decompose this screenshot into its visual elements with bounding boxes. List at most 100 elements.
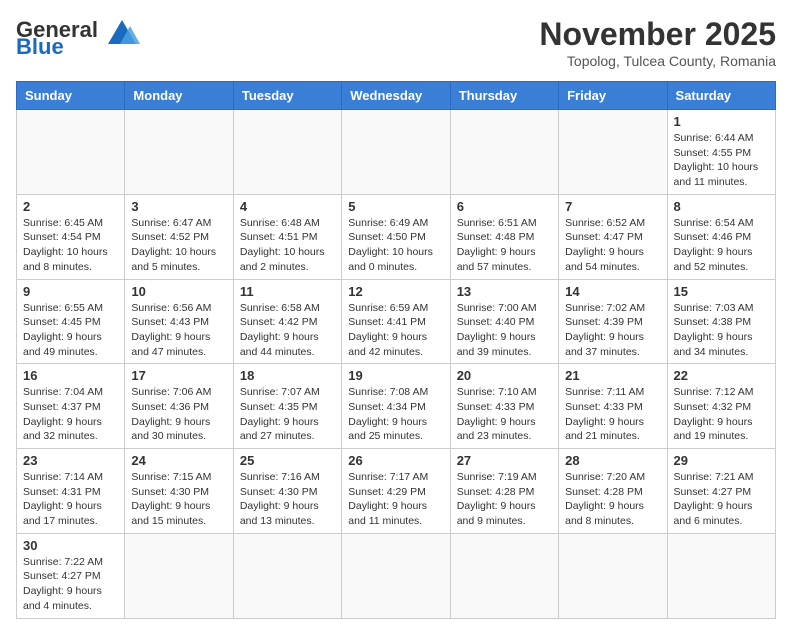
logo-area: General Blue [16,16,144,60]
calendar-cell: 30 Sunrise: 7:22 AM Sunset: 4:27 PM Dayli… [17,533,125,618]
calendar-cell [125,533,233,618]
day-number: 20 [457,368,552,383]
day-info: Sunrise: 6:45 AM Sunset: 4:54 PM Dayligh… [23,216,118,275]
day-number: 19 [348,368,443,383]
calendar-table: SundayMondayTuesdayWednesdayThursdayFrid… [16,81,776,619]
day-number: 30 [23,538,118,553]
weekday-header: Thursday [450,82,558,110]
calendar-cell: 3 Sunrise: 6:47 AM Sunset: 4:52 PM Daylig… [125,194,233,279]
calendar-cell: 23 Sunrise: 7:14 AM Sunset: 4:31 PM Dayli… [17,449,125,534]
calendar-cell: 13 Sunrise: 7:00 AM Sunset: 4:40 PM Dayli… [450,279,558,364]
day-info: Sunrise: 7:04 AM Sunset: 4:37 PM Dayligh… [23,385,118,444]
weekday-header: Friday [559,82,667,110]
day-info: Sunrise: 6:55 AM Sunset: 4:45 PM Dayligh… [23,301,118,360]
day-number: 10 [131,284,226,299]
day-number: 14 [565,284,660,299]
month-title: November 2025 [539,16,776,53]
day-number: 12 [348,284,443,299]
calendar-cell: 6 Sunrise: 6:51 AM Sunset: 4:48 PM Daylig… [450,194,558,279]
calendar-cell: 28 Sunrise: 7:20 AM Sunset: 4:28 PM Dayli… [559,449,667,534]
calendar-cell: 11Sunrise: 6:58 AM Sunset: 4:42 PM Dayli… [233,279,341,364]
calendar-cell: 10 Sunrise: 6:56 AM Sunset: 4:43 PM Dayli… [125,279,233,364]
calendar-cell: 29 Sunrise: 7:21 AM Sunset: 4:27 PM Dayli… [667,449,775,534]
calendar-cell: 27 Sunrise: 7:19 AM Sunset: 4:28 PM Dayli… [450,449,558,534]
calendar-cell: 21Sunrise: 7:11 AM Sunset: 4:33 PM Dayli… [559,364,667,449]
logo-icon [100,16,144,44]
calendar-cell: 8 Sunrise: 6:54 AM Sunset: 4:46 PM Daylig… [667,194,775,279]
day-info: Sunrise: 7:21 AM Sunset: 4:27 PM Dayligh… [674,470,769,529]
page-header: General Blue November 2025 Topolog, Tulc… [16,16,776,69]
day-number: 4 [240,199,335,214]
day-info: Sunrise: 7:08 AM Sunset: 4:34 PM Dayligh… [348,385,443,444]
calendar-cell [233,110,341,195]
day-number: 29 [674,453,769,468]
location-subtitle: Topolog, Tulcea County, Romania [539,53,776,69]
calendar-cell: 12Sunrise: 6:59 AM Sunset: 4:41 PM Dayli… [342,279,450,364]
day-info: Sunrise: 7:20 AM Sunset: 4:28 PM Dayligh… [565,470,660,529]
logo-blue-label: Blue [16,34,64,60]
day-info: Sunrise: 6:49 AM Sunset: 4:50 PM Dayligh… [348,216,443,275]
calendar-cell: 5 Sunrise: 6:49 AM Sunset: 4:50 PM Daylig… [342,194,450,279]
calendar-cell: 9 Sunrise: 6:55 AM Sunset: 4:45 PM Daylig… [17,279,125,364]
day-info: Sunrise: 7:14 AM Sunset: 4:31 PM Dayligh… [23,470,118,529]
day-number: 17 [131,368,226,383]
day-number: 3 [131,199,226,214]
calendar-cell [559,533,667,618]
day-number: 7 [565,199,660,214]
day-info: Sunrise: 7:22 AM Sunset: 4:27 PM Dayligh… [23,555,118,614]
calendar-cell [125,110,233,195]
day-info: Sunrise: 6:52 AM Sunset: 4:47 PM Dayligh… [565,216,660,275]
day-number: 28 [565,453,660,468]
weekday-header: Sunday [17,82,125,110]
day-info: Sunrise: 7:11 AM Sunset: 4:33 PM Dayligh… [565,385,660,444]
calendar-cell [667,533,775,618]
calendar-cell: 22Sunrise: 7:12 AM Sunset: 4:32 PM Dayli… [667,364,775,449]
weekday-header: Saturday [667,82,775,110]
calendar-cell: 15 Sunrise: 7:03 AM Sunset: 4:38 PM Dayli… [667,279,775,364]
day-number: 22 [674,368,769,383]
calendar-cell [233,533,341,618]
day-number: 8 [674,199,769,214]
day-info: Sunrise: 7:16 AM Sunset: 4:30 PM Dayligh… [240,470,335,529]
calendar-cell: 18 Sunrise: 7:07 AM Sunset: 4:35 PM Dayli… [233,364,341,449]
day-number: 15 [674,284,769,299]
day-number: 23 [23,453,118,468]
calendar-cell: 7 Sunrise: 6:52 AM Sunset: 4:47 PM Daylig… [559,194,667,279]
calendar-cell: 25 Sunrise: 7:16 AM Sunset: 4:30 PM Dayli… [233,449,341,534]
calendar-cell: 19 Sunrise: 7:08 AM Sunset: 4:34 PM Dayli… [342,364,450,449]
calendar-cell: 14 Sunrise: 7:02 AM Sunset: 4:39 PM Dayli… [559,279,667,364]
day-info: Sunrise: 6:51 AM Sunset: 4:48 PM Dayligh… [457,216,552,275]
day-info: Sunrise: 7:19 AM Sunset: 4:28 PM Dayligh… [457,470,552,529]
day-info: Sunrise: 6:44 AM Sunset: 4:55 PM Dayligh… [674,131,769,190]
day-number: 9 [23,284,118,299]
day-number: 5 [348,199,443,214]
title-area: November 2025 Topolog, Tulcea County, Ro… [539,16,776,69]
day-info: Sunrise: 6:56 AM Sunset: 4:43 PM Dayligh… [131,301,226,360]
day-info: Sunrise: 7:07 AM Sunset: 4:35 PM Dayligh… [240,385,335,444]
day-info: Sunrise: 7:00 AM Sunset: 4:40 PM Dayligh… [457,301,552,360]
calendar-cell: 1 Sunrise: 6:44 AM Sunset: 4:55 PM Daylig… [667,110,775,195]
day-info: Sunrise: 6:47 AM Sunset: 4:52 PM Dayligh… [131,216,226,275]
day-info: Sunrise: 6:54 AM Sunset: 4:46 PM Dayligh… [674,216,769,275]
day-number: 24 [131,453,226,468]
day-info: Sunrise: 7:02 AM Sunset: 4:39 PM Dayligh… [565,301,660,360]
calendar-cell: 4 Sunrise: 6:48 AM Sunset: 4:51 PM Daylig… [233,194,341,279]
day-info: Sunrise: 7:15 AM Sunset: 4:30 PM Dayligh… [131,470,226,529]
calendar-cell [17,110,125,195]
day-info: Sunrise: 7:03 AM Sunset: 4:38 PM Dayligh… [674,301,769,360]
day-number: 13 [457,284,552,299]
day-number: 2 [23,199,118,214]
calendar-cell [559,110,667,195]
day-info: Sunrise: 7:10 AM Sunset: 4:33 PM Dayligh… [457,385,552,444]
calendar-cell: 16Sunrise: 7:04 AM Sunset: 4:37 PM Dayli… [17,364,125,449]
calendar-cell [450,110,558,195]
day-info: Sunrise: 6:48 AM Sunset: 4:51 PM Dayligh… [240,216,335,275]
day-number: 1 [674,114,769,129]
calendar-cell [342,110,450,195]
day-number: 27 [457,453,552,468]
day-number: 18 [240,368,335,383]
calendar-cell: 20 Sunrise: 7:10 AM Sunset: 4:33 PM Dayli… [450,364,558,449]
calendar-cell [342,533,450,618]
day-number: 6 [457,199,552,214]
day-number: 25 [240,453,335,468]
